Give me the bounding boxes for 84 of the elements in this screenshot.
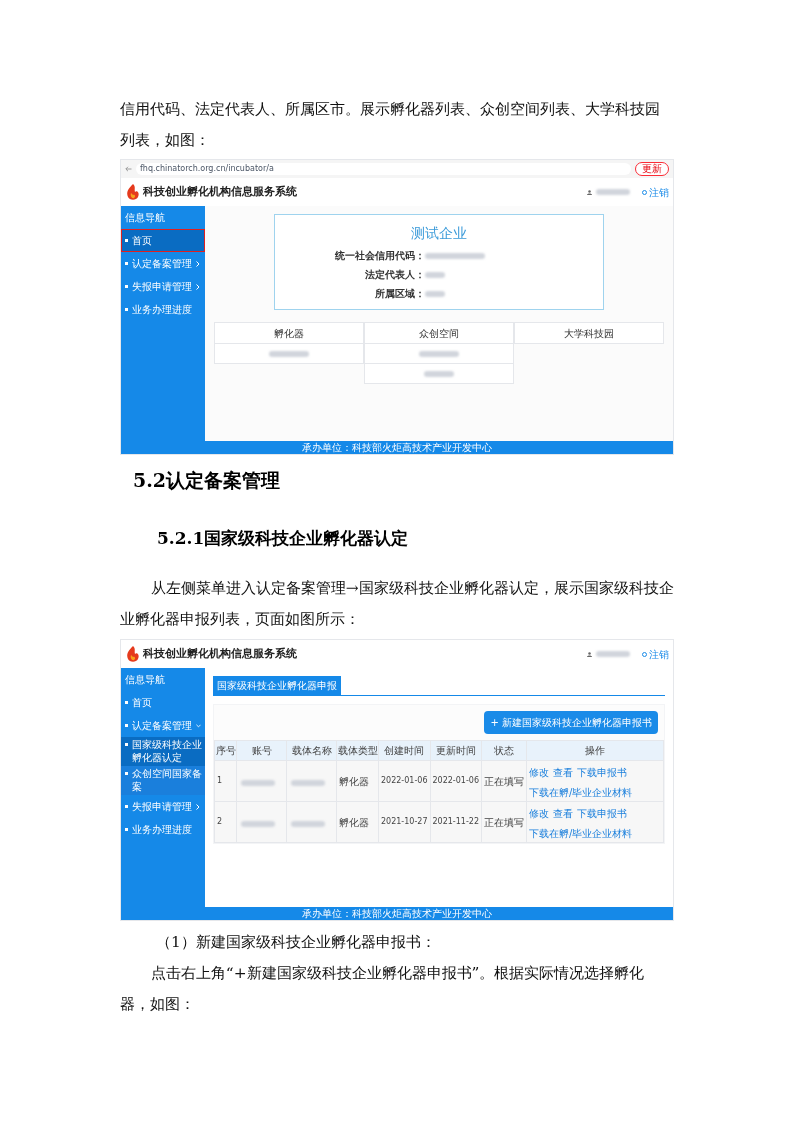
action-link[interactable]: 下载申报书 — [577, 808, 627, 821]
address-bar[interactable]: fhq.chinatorch.org.cn/incubator/a — [136, 163, 631, 175]
sidebar-item[interactable]: 业务办理进度 — [121, 298, 205, 321]
redacted-text — [269, 350, 309, 357]
field-label: 统一社会信用代码： — [334, 249, 425, 263]
field-label: 法定代表人： — [364, 268, 425, 282]
new-application-button[interactable]: + 新建国家级科技企业孵化器申报书 — [484, 711, 658, 734]
redacted-text — [241, 780, 275, 786]
table-cell: 正在填写 — [481, 760, 527, 802]
redacted-text — [425, 252, 485, 259]
action-link[interactable]: 修改 — [529, 808, 549, 821]
sidebar-subitem[interactable]: 众创空间国家备案 — [121, 766, 205, 795]
column-header: 更新时间 — [430, 740, 482, 761]
company-name: 测试企业 — [411, 224, 467, 243]
flame-logo-icon — [125, 183, 141, 201]
redacted-text — [419, 350, 459, 357]
sidebar-item[interactable]: 失报申请管理 — [121, 795, 205, 818]
table-cell: 孵化器 — [336, 760, 379, 802]
body-paragraph: 点击右上角“+新建国家级科技企业孵化器申报书”。根据实际情况选择孵化器，如图： — [120, 963, 646, 1015]
table-cell: 2021-10-27 — [378, 801, 430, 843]
sidebar-heading: 信息导航 — [124, 211, 166, 225]
table-cell: 2022-01-06 — [378, 760, 430, 802]
column-header: 序号 — [214, 740, 237, 761]
power-icon — [642, 189, 647, 195]
action-link[interactable]: 查看 — [553, 808, 573, 821]
body-paragraph: 从左侧菜单进入认定备案管理→国家级科技企业孵化器认定，展示国家级科技企业孵化器申报列表，页面如图所示： — [120, 578, 674, 630]
redacted-text — [291, 821, 325, 827]
flame-logo-icon — [125, 645, 141, 663]
action-link[interactable]: 查看 — [553, 767, 573, 780]
table-cell: 1 — [214, 760, 237, 802]
sidebar-item[interactable]: 失报申请管理 — [121, 275, 205, 298]
table-cell: 2022-01-06 — [430, 760, 482, 802]
redacted-text — [596, 189, 630, 195]
sidebar-item[interactable]: 认定备案管理 — [121, 252, 205, 275]
column-header: 载体名称 — [286, 740, 337, 761]
column-header: 大学科技园 — [514, 322, 664, 344]
redacted-text — [291, 780, 325, 786]
column-header: 创建时间 — [378, 740, 430, 761]
action-link[interactable]: 修改 — [529, 767, 549, 780]
column-header: 孵化器 — [214, 322, 364, 344]
redacted-text — [596, 651, 630, 657]
system-title: 科技创业孵化机构信息服务系统 — [143, 645, 297, 662]
redacted-text — [425, 290, 445, 297]
table-cell: 2021-11-22 — [430, 801, 482, 843]
update-button[interactable]: 更新 — [635, 162, 669, 176]
chevron-right-icon — [196, 260, 200, 267]
chevron-down-icon — [196, 723, 201, 728]
action-link[interactable]: 下载在孵/毕业企业材料 — [529, 787, 633, 800]
column-header: 操作 — [526, 740, 664, 761]
redacted-text — [241, 821, 275, 827]
logout-link[interactable]: 注销 — [642, 184, 669, 200]
column-header: 众创空间 — [364, 322, 514, 344]
tab[interactable]: 国家级科技企业孵化器申报 — [213, 676, 341, 695]
sidebar-item[interactable]: 首页 — [121, 229, 205, 252]
action-link[interactable]: 下载申报书 — [577, 767, 627, 780]
user-icon — [587, 651, 592, 657]
table-cell: 2 — [214, 801, 237, 843]
step-label: （1）新建国家级科技企业孵化器申报书： — [156, 932, 437, 953]
subsection-heading: 5.2.1国家级科技企业孵化器认定 — [157, 527, 410, 550]
chevron-right-icon — [196, 803, 200, 810]
column-header: 账号 — [236, 740, 287, 761]
sidebar-item[interactable]: 认定备案管理 — [121, 714, 205, 737]
field-label: 所属区域： — [374, 287, 425, 301]
footer-text: 承办单位：科技部火炬高技术产业开发中心 — [302, 442, 492, 453]
column-header: 状态 — [481, 740, 527, 761]
user-icon — [587, 189, 592, 195]
table-cell: 孵化器 — [336, 801, 379, 843]
back-arrow-icon[interactable] — [125, 166, 132, 172]
redacted-text — [424, 370, 454, 377]
action-link[interactable]: 下载在孵/毕业企业材料 — [529, 828, 633, 841]
redacted-text — [425, 271, 445, 278]
power-icon — [642, 651, 647, 657]
sidebar-heading: 信息导航 — [124, 673, 166, 687]
sidebar-item[interactable]: 首页 — [121, 691, 205, 714]
body-paragraph: 信用代码、法定代表人、所属区市。展示孵化器列表、众创空间列表、大学科技园列表，如图： — [120, 99, 661, 151]
chevron-right-icon — [196, 283, 200, 290]
logout-link[interactable]: 注销 — [642, 646, 669, 662]
sidebar-item[interactable]: 业务办理进度 — [121, 818, 205, 841]
footer-text: 承办单位：科技部火炬高技术产业开发中心 — [302, 908, 492, 919]
column-header: 载体类型 — [336, 740, 379, 761]
section-heading: 5.2认定备案管理 — [133, 468, 282, 493]
system-title: 科技创业孵化机构信息服务系统 — [143, 183, 297, 200]
table-cell: 正在填写 — [481, 801, 527, 843]
sidebar-subitem[interactable]: 国家级科技企业孵化器认定 — [121, 737, 205, 766]
